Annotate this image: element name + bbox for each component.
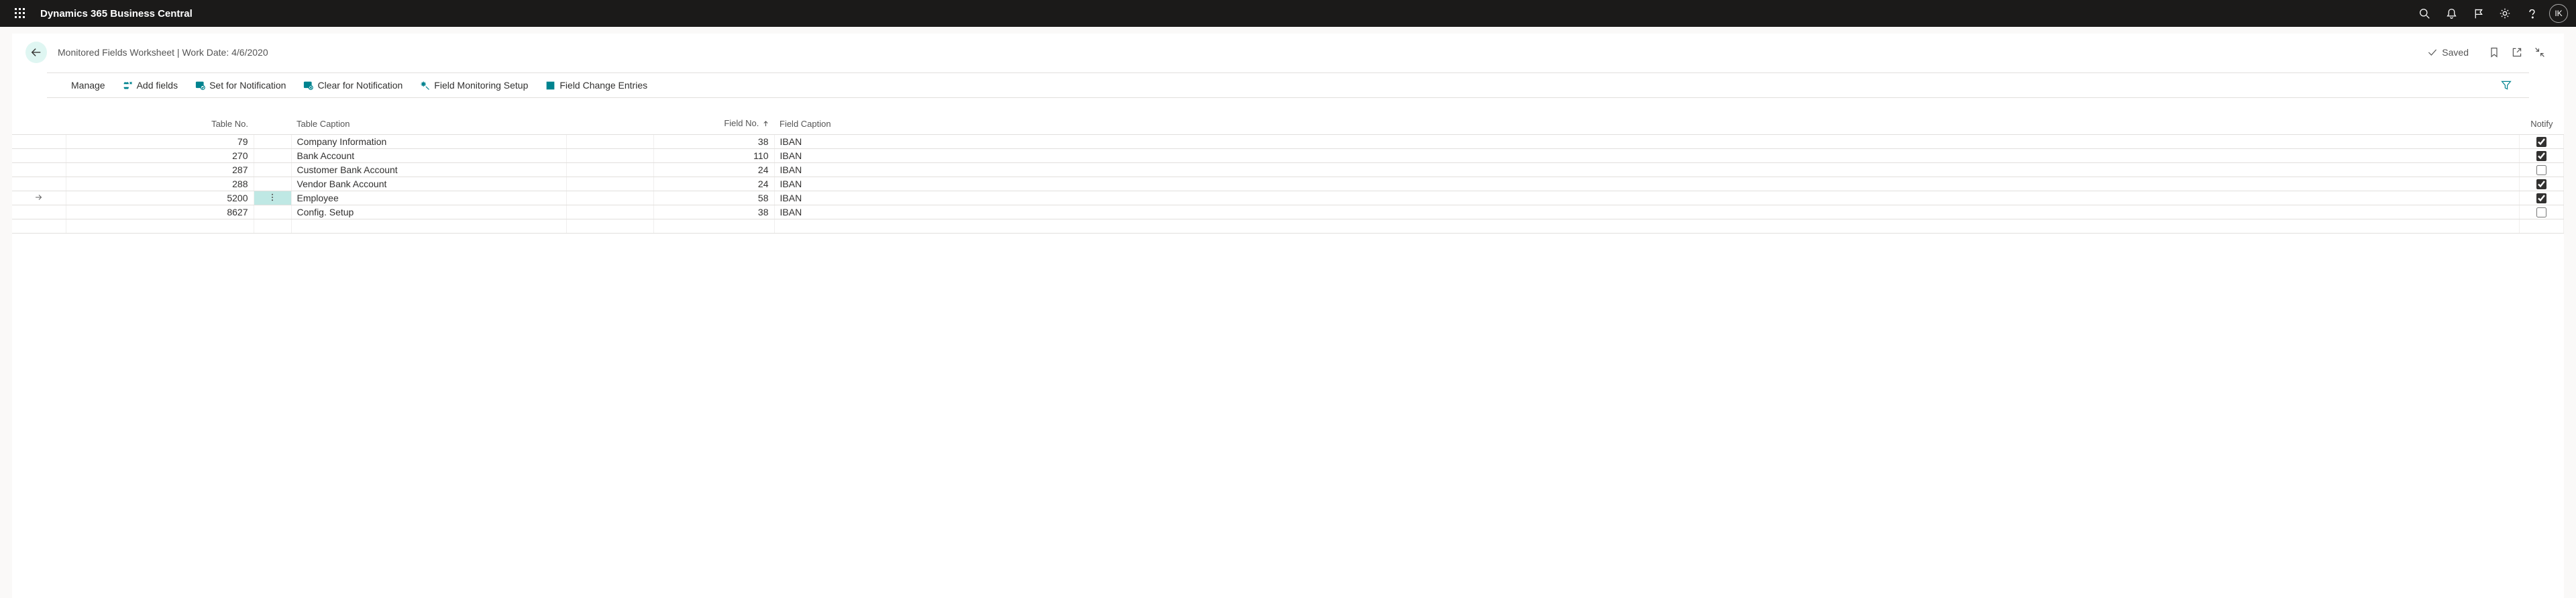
set-notification-button[interactable]: Set for Notification	[195, 73, 286, 97]
sort-asc-icon	[763, 119, 769, 129]
table-no-input[interactable]	[72, 191, 248, 205]
avatar[interactable]: IK	[2549, 4, 2568, 23]
cell-notify	[2520, 163, 2564, 177]
cell-table-caption[interactable]: Bank Account	[291, 149, 566, 163]
cell-field-no[interactable]: 24	[653, 163, 774, 177]
field-change-entries-label: Field Change Entries	[559, 80, 647, 91]
cell-notify	[2520, 135, 2564, 149]
cell-field-no[interactable]: 110	[653, 149, 774, 163]
clear-notification-label: Clear for Notification	[317, 80, 402, 91]
table-row-empty[interactable]	[12, 219, 2564, 234]
cell-field-caption[interactable]: IBAN	[774, 163, 2520, 177]
gear-icon[interactable]	[2491, 0, 2518, 27]
row-menu-cell[interactable]	[254, 205, 291, 219]
cell-field-caption[interactable]: IBAN	[774, 191, 2520, 205]
notify-checkbox[interactable]	[2536, 137, 2546, 147]
cell-notify	[2520, 149, 2564, 163]
cell-table-no[interactable]: 270	[66, 149, 254, 163]
notify-checkbox[interactable]	[2536, 165, 2546, 175]
notify-checkbox[interactable]	[2536, 193, 2546, 203]
row-indicator	[12, 205, 66, 219]
saved-label: Saved	[2442, 47, 2469, 58]
row-menu-cell[interactable]	[254, 163, 291, 177]
cell-field-no[interactable]: 24	[653, 177, 774, 191]
help-icon[interactable]	[2518, 0, 2545, 27]
table-row[interactable]: 288 Vendor Bank Account 24IBAN	[12, 177, 2564, 191]
notify-checkbox[interactable]	[2536, 151, 2546, 161]
open-new-window-icon[interactable]	[2506, 42, 2528, 63]
cell-table-caption[interactable]: Customer Bank Account	[291, 163, 566, 177]
product-title: Dynamics 365 Business Central	[40, 8, 193, 19]
set-notification-label: Set for Notification	[209, 80, 286, 91]
table-row[interactable]: 270 Bank Account 110IBAN	[12, 149, 2564, 163]
cell-table-caption[interactable]: Company Information	[291, 135, 566, 149]
notifications-icon[interactable]	[2438, 0, 2465, 27]
notify-checkbox[interactable]	[2536, 207, 2546, 217]
row-indicator	[12, 149, 66, 163]
back-button[interactable]	[25, 42, 47, 63]
cell-table-caption[interactable]: Employee	[291, 191, 566, 205]
row-menu-cell[interactable]	[254, 135, 291, 149]
field-monitoring-setup-label: Field Monitoring Setup	[434, 80, 528, 91]
cell-table-caption[interactable]: Config. Setup	[291, 205, 566, 219]
collapse-icon[interactable]	[2529, 42, 2551, 63]
add-fields-label: Add fields	[137, 80, 178, 91]
cell-field-caption[interactable]: IBAN	[774, 205, 2520, 219]
row-menu-cell[interactable]	[254, 149, 291, 163]
app-launcher-icon[interactable]	[8, 0, 32, 27]
bookmark-icon[interactable]	[2483, 42, 2505, 63]
field-change-entries-button[interactable]: Field Change Entries	[545, 73, 647, 97]
cell-notify	[2520, 205, 2564, 219]
cell-table-no[interactable]: 79	[66, 135, 254, 149]
cell-field-caption[interactable]: IBAN	[774, 177, 2520, 191]
monitored-fields-table: Table No. Table Caption Field No.	[12, 98, 2564, 234]
row-indicator	[12, 191, 66, 205]
table-row[interactable]: 8627 Config. Setup 38IBAN	[12, 205, 2564, 219]
col-field-caption[interactable]: Field Caption	[774, 98, 2520, 135]
cell-field-caption[interactable]: IBAN	[774, 149, 2520, 163]
col-table-caption[interactable]: Table Caption	[291, 98, 566, 135]
row-indicator	[12, 135, 66, 149]
col-table-no[interactable]: Table No.	[66, 98, 254, 135]
manage-menu[interactable]: Manage	[71, 73, 105, 97]
field-monitoring-setup-button[interactable]: Field Monitoring Setup	[420, 73, 528, 97]
add-fields-button[interactable]: Add fields	[123, 73, 178, 97]
more-vertical-icon	[268, 193, 277, 202]
filter-icon[interactable]	[2497, 76, 2516, 95]
clear-notification-button[interactable]: Clear for Notification	[303, 73, 402, 97]
notify-checkbox[interactable]	[2536, 179, 2546, 189]
table-row[interactable]: 287 Customer Bank Account 24IBAN	[12, 163, 2564, 177]
col-field-no[interactable]: Field No.	[653, 98, 774, 135]
cell-table-caption[interactable]: Vendor Bank Account	[291, 177, 566, 191]
col-indicator	[12, 98, 66, 135]
row-menu-cell[interactable]	[254, 191, 291, 205]
cell-table-no[interactable]: 8627	[66, 205, 254, 219]
search-icon[interactable]	[2411, 0, 2438, 27]
cell-table-no[interactable]: 288	[66, 177, 254, 191]
row-indicator	[12, 163, 66, 177]
cell-notify	[2520, 177, 2564, 191]
row-menu-cell[interactable]	[254, 177, 291, 191]
cell-table-no[interactable]: 287	[66, 163, 254, 177]
col-notify[interactable]: Notify	[2520, 98, 2564, 135]
row-indicator	[12, 177, 66, 191]
saved-indicator: Saved	[2427, 47, 2469, 58]
manage-label: Manage	[71, 80, 105, 91]
cell-field-caption[interactable]: IBAN	[774, 135, 2520, 149]
table-row[interactable]: 79 Company Information 38IBAN	[12, 135, 2564, 149]
cell-notify	[2520, 191, 2564, 205]
cell-field-no[interactable]: 58	[653, 191, 774, 205]
flag-icon[interactable]	[2465, 0, 2491, 27]
table-row[interactable]: Employee 58IBAN	[12, 191, 2564, 205]
cell-table-no[interactable]	[66, 191, 254, 205]
page-title: Monitored Fields Worksheet | Work Date: …	[58, 47, 268, 58]
cell-field-no[interactable]: 38	[653, 205, 774, 219]
cell-field-no[interactable]: 38	[653, 135, 774, 149]
